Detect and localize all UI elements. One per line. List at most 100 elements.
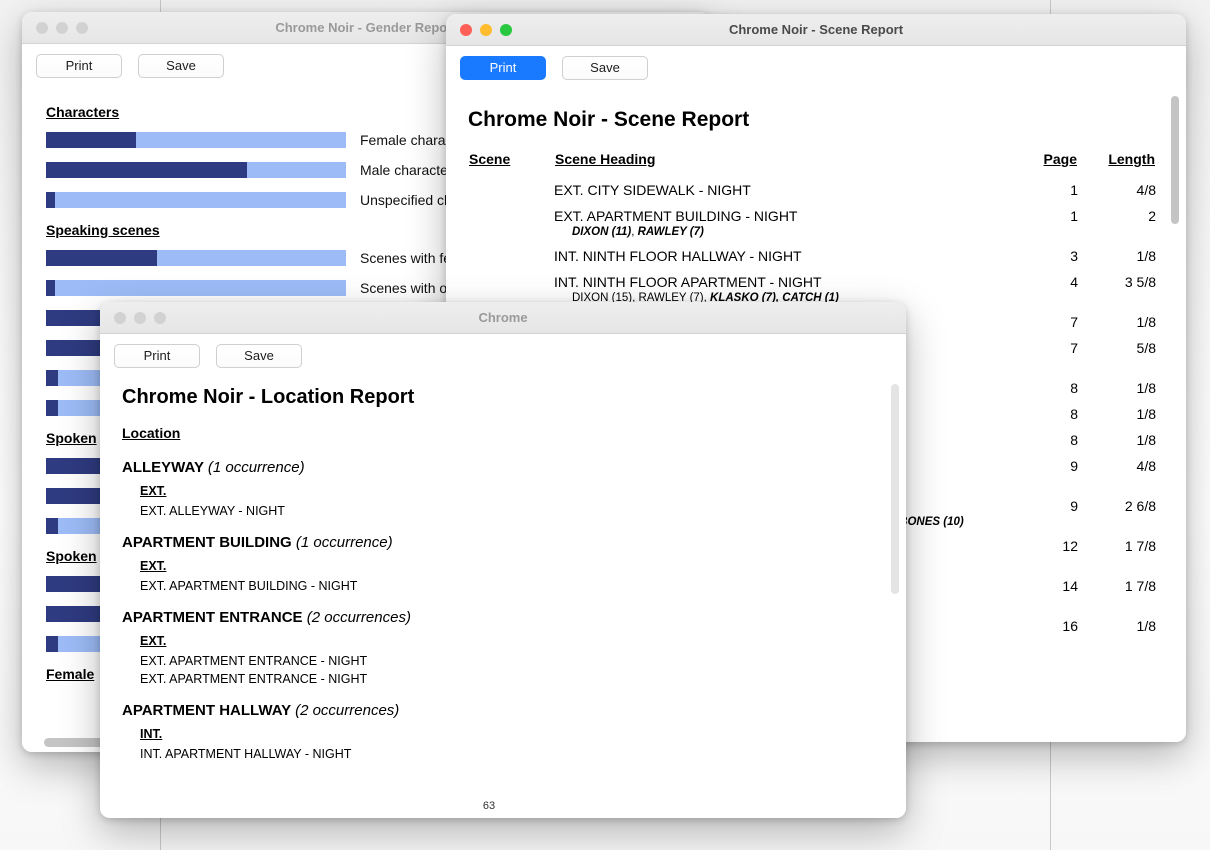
scene-vertical-scrollbar[interactable] — [1170, 96, 1180, 734]
maximize-icon[interactable] — [154, 312, 166, 324]
location-column-header[interactable]: Location — [122, 425, 876, 441]
close-icon[interactable] — [460, 24, 472, 36]
cell-length: 3 5/8 — [1078, 269, 1156, 309]
gender-bar-fill — [46, 370, 58, 386]
cell-page: 14 — [1010, 573, 1078, 613]
gender-save-button[interactable]: Save — [138, 54, 224, 78]
location-scene-entry: INT. APARTMENT HALLWAY - NIGHT — [140, 747, 876, 761]
cell-length: 1/8 — [1078, 375, 1156, 401]
scene-cast-list: DIXON (11), RAWLEY (7) — [554, 226, 1010, 238]
maximize-icon[interactable] — [76, 22, 88, 34]
location-name-text: APARTMENT HALLWAY — [122, 702, 291, 719]
gender-bar-label: Male characters — [360, 162, 460, 178]
cell-scene-heading: EXT. APARTMENT BUILDING - NIGHT DIXON (11… — [554, 203, 1010, 243]
cell-length: 4/8 — [1078, 453, 1156, 493]
gender-bar-track — [46, 132, 346, 148]
cell-length: 1/8 — [1078, 427, 1156, 453]
location-int-ext-label: INT. — [140, 727, 876, 741]
scene-heading-text: INT. NINTH FLOOR HALLWAY - NIGHT — [554, 248, 1010, 264]
scene-table-header-row: Scene Scene Heading Page Length — [468, 150, 1156, 177]
gender-bar-track — [46, 250, 346, 266]
cell-scene-heading: INT. NINTH FLOOR HALLWAY - NIGHT — [554, 243, 1010, 269]
column-header-heading[interactable]: Scene Heading — [554, 150, 1010, 177]
cell-length: 1/8 — [1078, 401, 1156, 427]
scene-window-title: Chrome Noir - Scene Report — [446, 22, 1186, 37]
table-row[interactable]: INT. NINTH FLOOR HALLWAY - NIGHT31/8 — [468, 243, 1156, 269]
cell-page: 7 — [1010, 335, 1078, 375]
cell-page: 8 — [1010, 427, 1078, 453]
gender-bar-fill — [46, 518, 58, 534]
location-occurrence-count: (2 occurrences) — [295, 702, 399, 719]
cell-page: 8 — [1010, 375, 1078, 401]
column-header-page[interactable]: Page — [1010, 150, 1078, 177]
location-scene-entry: EXT. APARTMENT BUILDING - NIGHT — [140, 579, 876, 593]
gender-traffic-lights[interactable] — [22, 22, 88, 34]
location-print-button[interactable]: Print — [114, 344, 200, 368]
location-traffic-lights[interactable] — [100, 312, 166, 324]
location-report-title: Chrome Noir - Location Report — [122, 386, 876, 409]
cell-page: 9 — [1010, 453, 1078, 493]
scene-toolbar: Print Save — [446, 46, 1186, 88]
cell-length: 4/8 — [1078, 177, 1156, 203]
scene-save-button[interactable]: Save — [562, 56, 648, 80]
table-row[interactable]: EXT. CITY SIDEWALK - NIGHT14/8 — [468, 177, 1156, 203]
scene-heading-text: INT. NINTH FLOOR APARTMENT - NIGHT — [554, 274, 1010, 290]
cell-length: 5/8 — [1078, 335, 1156, 375]
gender-bar-fill — [46, 400, 58, 416]
cell-scene-number — [468, 177, 554, 203]
location-save-button[interactable]: Save — [216, 344, 302, 368]
location-group: APARTMENT HALLWAY (2 occurrences) INT. INT… — [122, 702, 876, 761]
location-occurrence-count: (1 occurrence) — [208, 459, 305, 476]
minimize-icon[interactable] — [56, 22, 68, 34]
cell-scene-number — [468, 243, 554, 269]
location-scene-entry: EXT. APARTMENT ENTRANCE - NIGHT — [140, 654, 876, 668]
location-name-text: ALLEYWAY — [122, 459, 204, 476]
location-page-number: 63 — [100, 800, 878, 812]
cell-page: 7 — [1010, 309, 1078, 335]
cell-length: 1/8 — [1078, 613, 1156, 639]
scene-traffic-lights[interactable] — [446, 24, 512, 36]
gender-print-button[interactable]: Print — [36, 54, 122, 78]
column-header-scene[interactable]: Scene — [468, 150, 554, 177]
minimize-icon[interactable] — [134, 312, 146, 324]
column-header-length[interactable]: Length — [1078, 150, 1156, 177]
location-int-ext-label: EXT. — [140, 559, 876, 573]
location-name: APARTMENT ENTRANCE (2 occurrences) — [122, 609, 876, 626]
cell-scene-number — [468, 203, 554, 243]
maximize-icon[interactable] — [500, 24, 512, 36]
scene-heading-text: EXT. APARTMENT BUILDING - NIGHT — [554, 208, 1010, 224]
location-int-ext-label: EXT. — [140, 484, 876, 498]
cell-length: 1 7/8 — [1078, 573, 1156, 613]
cell-page: 3 — [1010, 243, 1078, 269]
scene-window-titlebar[interactable]: Chrome Noir - Scene Report — [446, 14, 1186, 46]
cell-scene-heading: EXT. CITY SIDEWALK - NIGHT — [554, 177, 1010, 203]
scene-report-title: Chrome Noir - Scene Report — [468, 108, 1156, 132]
cell-page: 8 — [1010, 401, 1078, 427]
close-icon[interactable] — [114, 312, 126, 324]
location-vertical-scrollbar[interactable] — [890, 384, 900, 810]
location-name: APARTMENT HALLWAY (2 occurrences) — [122, 702, 876, 719]
location-window-titlebar[interactable]: Chrome — [100, 302, 906, 334]
gender-bar-fill — [46, 636, 58, 652]
minimize-icon[interactable] — [480, 24, 492, 36]
gender-bar-fill — [46, 280, 55, 296]
location-content: Chrome Noir - Location Report Location A… — [100, 376, 906, 818]
location-name: APARTMENT BUILDING (1 occurrence) — [122, 534, 876, 551]
close-icon[interactable] — [36, 22, 48, 34]
location-group: ALLEYWAY (1 occurrence)EXT.EXT. ALLEYWAY… — [122, 459, 876, 518]
location-report-window[interactable]: Chrome Print Save Chrome Noir - Location… — [100, 302, 906, 818]
location-name-text: APARTMENT ENTRANCE — [122, 609, 303, 626]
location-toolbar: Print Save — [100, 334, 906, 376]
gender-bar-fill — [46, 192, 55, 208]
cell-length: 1 7/8 — [1078, 533, 1156, 573]
scene-print-button[interactable]: Print — [460, 56, 546, 80]
gender-bar-track — [46, 192, 346, 208]
cell-page: 1 — [1010, 203, 1078, 243]
cell-length: 2 — [1078, 203, 1156, 243]
location-name-text: APARTMENT BUILDING — [122, 534, 292, 551]
cell-page: 16 — [1010, 613, 1078, 639]
cell-page: 9 — [1010, 493, 1078, 533]
gender-bar-track — [46, 162, 346, 178]
scene-heading-text: EXT. CITY SIDEWALK - NIGHT — [554, 182, 1010, 198]
table-row[interactable]: EXT. APARTMENT BUILDING - NIGHT DIXON (11… — [468, 203, 1156, 243]
